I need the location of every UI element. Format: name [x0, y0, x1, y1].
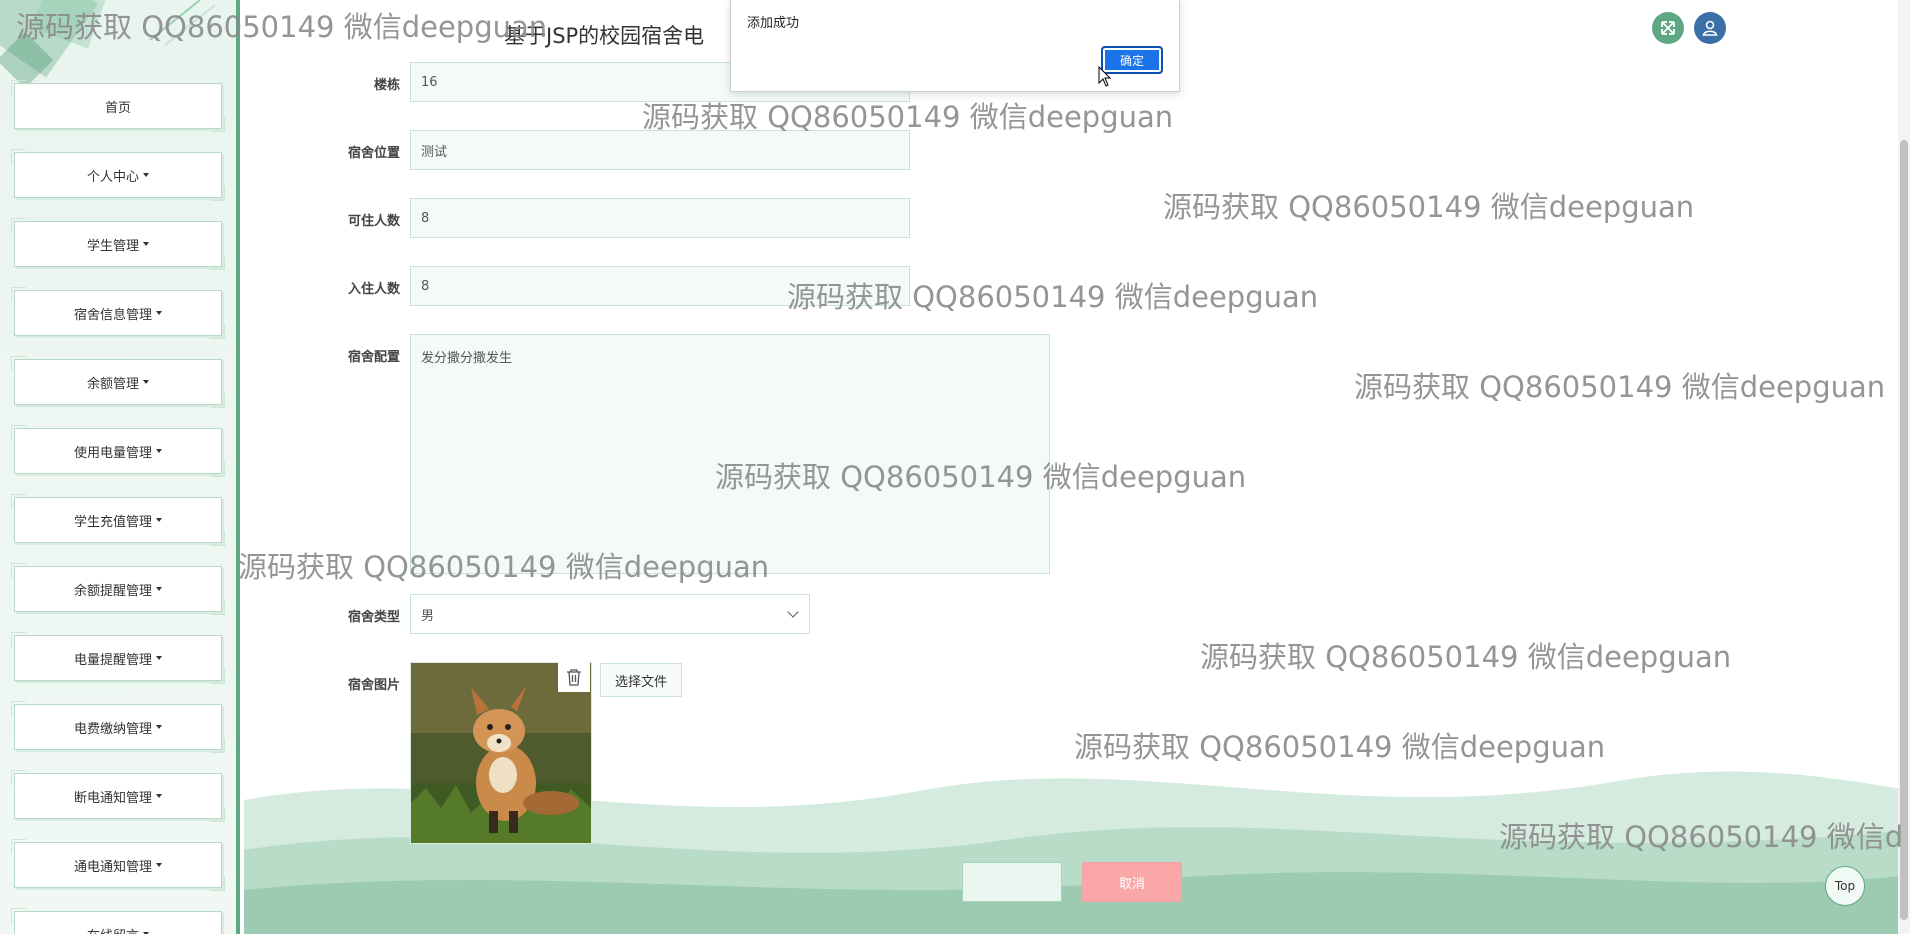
- expand-arrows-icon: [1661, 21, 1675, 35]
- caret-down-icon: [156, 518, 162, 522]
- sidebar-item[interactable]: 学生充值管理: [11, 494, 225, 546]
- sidebar-item[interactable]: 首页: [11, 80, 225, 132]
- sidebar-item[interactable]: 通电通知管理: [11, 839, 225, 891]
- capacity-input[interactable]: 8: [410, 198, 910, 238]
- sidebar-item-label: 在线留言: [87, 925, 139, 934]
- caret-down-icon: [156, 794, 162, 798]
- mouse-cursor-icon: [1098, 66, 1112, 87]
- sidebar-item-label: 余额提醒管理: [73, 583, 152, 599]
- type-select[interactable]: 男: [410, 594, 810, 634]
- site-title: 基于JSP的校园宿舍电: [504, 24, 705, 48]
- capacity-label: 可住人数: [347, 214, 400, 229]
- sidebar-item[interactable]: 个人中心: [11, 149, 225, 201]
- image-label: 宿舍图片: [347, 678, 400, 693]
- delete-image-button[interactable]: [558, 662, 590, 692]
- sidebar-item-label: 断电通知管理: [73, 790, 152, 806]
- sidebar: 首页个人中心学生管理宿舍信息管理 余额管理使用电量管理 学生充值管理 余额提醒管理 电量…: [0, 0, 240, 934]
- sidebar-item[interactable]: 在线留言: [11, 908, 222, 934]
- alert-dialog: 添加成功 确定: [730, 0, 1180, 92]
- config-label: 宿舍配置: [347, 350, 400, 365]
- user-menu-button[interactable]: [1694, 12, 1726, 44]
- caret-down-icon: [143, 242, 149, 246]
- cancel-button[interactable]: 取消: [1082, 862, 1182, 902]
- scrollbar-thumb[interactable]: [1900, 140, 1908, 920]
- sidebar-item-label: 使用电量管理: [73, 445, 152, 461]
- caret-down-icon: [156, 311, 162, 315]
- type-select-value: 男: [421, 608, 435, 624]
- caret-down-icon: [156, 449, 162, 453]
- caret-down-icon: [156, 725, 162, 729]
- choose-file-button[interactable]: 选择文件: [600, 663, 682, 697]
- caret-down-icon: [143, 173, 149, 177]
- caret-down-icon: [143, 380, 149, 384]
- sidebar-item[interactable]: 使用电量管理: [11, 425, 225, 477]
- occupied-input[interactable]: 8: [410, 266, 910, 306]
- user-icon: [1702, 20, 1718, 36]
- sidebar-item-label: 电量提醒管理: [73, 652, 152, 668]
- save-button[interactable]: [962, 862, 1062, 902]
- sidebar-item-label: 余额管理: [86, 376, 139, 392]
- sidebar-item[interactable]: 余额提醒管理: [11, 563, 225, 615]
- location-input[interactable]: 测试: [410, 130, 910, 170]
- sidebar-item[interactable]: 余额管理: [11, 356, 225, 408]
- trash-icon: [567, 669, 581, 686]
- sidebar-item-label: 学生管理: [86, 238, 139, 254]
- occupied-label: 入住人数: [347, 282, 400, 297]
- chevron-down-icon: [787, 606, 799, 618]
- caret-down-icon: [156, 656, 162, 660]
- sidebar-item-label: 宿舍信息管理: [73, 307, 152, 323]
- sidebar-item-label: 个人中心: [86, 169, 139, 185]
- sidebar-item[interactable]: 电费缴纳管理: [11, 701, 225, 753]
- sidebar-item[interactable]: 宿舍信息管理: [11, 287, 225, 339]
- caret-down-icon: [156, 863, 162, 867]
- vertical-scrollbar[interactable]: [1898, 0, 1910, 934]
- sidebar-item[interactable]: 学生管理: [11, 218, 225, 270]
- sidebar-item-label: 电费缴纳管理: [73, 721, 152, 737]
- sidebar-item-label: 通电通知管理: [73, 859, 152, 875]
- sidebar-decoration: [0, 0, 216, 89]
- sidebar-item[interactable]: 断电通知管理: [11, 770, 225, 822]
- dialog-message: 添加成功: [747, 16, 800, 31]
- config-textarea[interactable]: 发分撒分撒发生: [410, 334, 1050, 574]
- sidebar-item-label: 学生充值管理: [73, 514, 152, 530]
- sidebar-item-label: 首页: [104, 100, 131, 116]
- sidebar-item[interactable]: 电量提醒管理: [11, 632, 225, 684]
- back-to-top-button[interactable]: Top: [1825, 866, 1865, 906]
- building-label: 楼栋: [373, 78, 400, 93]
- location-label: 宿舍位置: [347, 146, 400, 161]
- caret-down-icon: [156, 587, 162, 591]
- type-label: 宿舍类型: [347, 610, 400, 625]
- fullscreen-button[interactable]: [1652, 12, 1684, 44]
